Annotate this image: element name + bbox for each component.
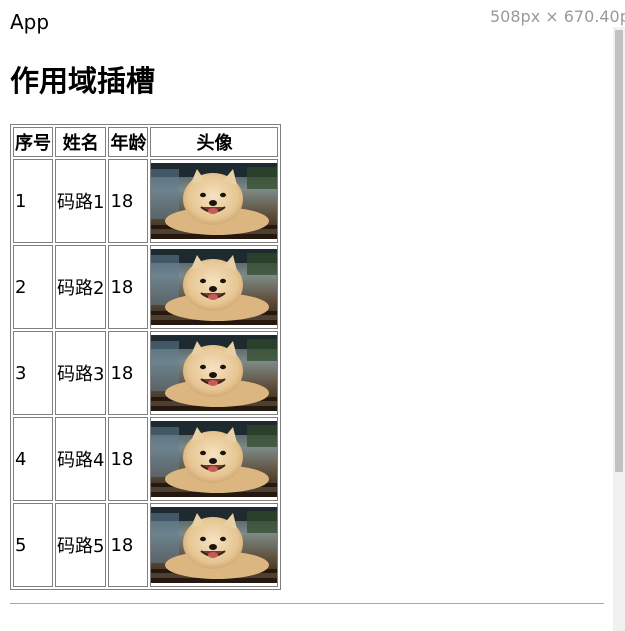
header-index: 序号 [13, 127, 53, 157]
cell-avatar [150, 503, 279, 587]
table-row: 2 码路2 18 [13, 245, 279, 329]
cell-index: 3 [13, 331, 53, 415]
cell-name: 码路2 [55, 245, 107, 329]
table-row: 5 码路5 18 [13, 503, 279, 587]
horizontal-divider [10, 603, 604, 604]
cell-avatar [150, 417, 279, 501]
header-name: 姓名 [55, 127, 107, 157]
header-avatar: 头像 [150, 127, 279, 157]
page-title: 作用域插槽 [10, 64, 156, 98]
scrollbar-thumb[interactable] [615, 30, 623, 472]
cell-index: 5 [13, 503, 53, 587]
dog-avatar-image [151, 507, 278, 583]
cell-avatar [150, 245, 279, 329]
dog-avatar-image [151, 335, 278, 411]
vertical-scrollbar[interactable] [613, 27, 625, 631]
header-age: 年龄 [108, 127, 149, 157]
cell-index: 2 [13, 245, 53, 329]
table-row: 3 码路3 18 [13, 331, 279, 415]
cell-index: 4 [13, 417, 53, 501]
dog-avatar-image [151, 163, 278, 239]
cell-age: 18 [108, 245, 149, 329]
cell-age: 18 [108, 503, 149, 587]
table-row: 4 码路4 18 [13, 417, 279, 501]
cell-age: 18 [108, 159, 149, 243]
user-table: 序号 姓名 年龄 头像 1 码路1 18 2 码路2 18 3 码路3 18 4… [10, 124, 282, 590]
cell-index: 1 [13, 159, 53, 243]
cell-avatar [150, 159, 279, 243]
cell-age: 18 [108, 417, 149, 501]
table-header-row: 序号 姓名 年龄 头像 [13, 127, 279, 157]
cell-avatar [150, 331, 279, 415]
cell-name: 码路5 [55, 503, 107, 587]
table-row: 1 码路1 18 [13, 159, 279, 243]
cell-age: 18 [108, 331, 149, 415]
app-label: App [10, 10, 50, 34]
dog-avatar-image [151, 249, 278, 325]
cell-name: 码路1 [55, 159, 107, 243]
dimension-readout: 508px × 670.40px [490, 7, 625, 26]
cell-name: 码路3 [55, 331, 107, 415]
dog-avatar-image [151, 421, 278, 497]
cell-name: 码路4 [55, 417, 107, 501]
